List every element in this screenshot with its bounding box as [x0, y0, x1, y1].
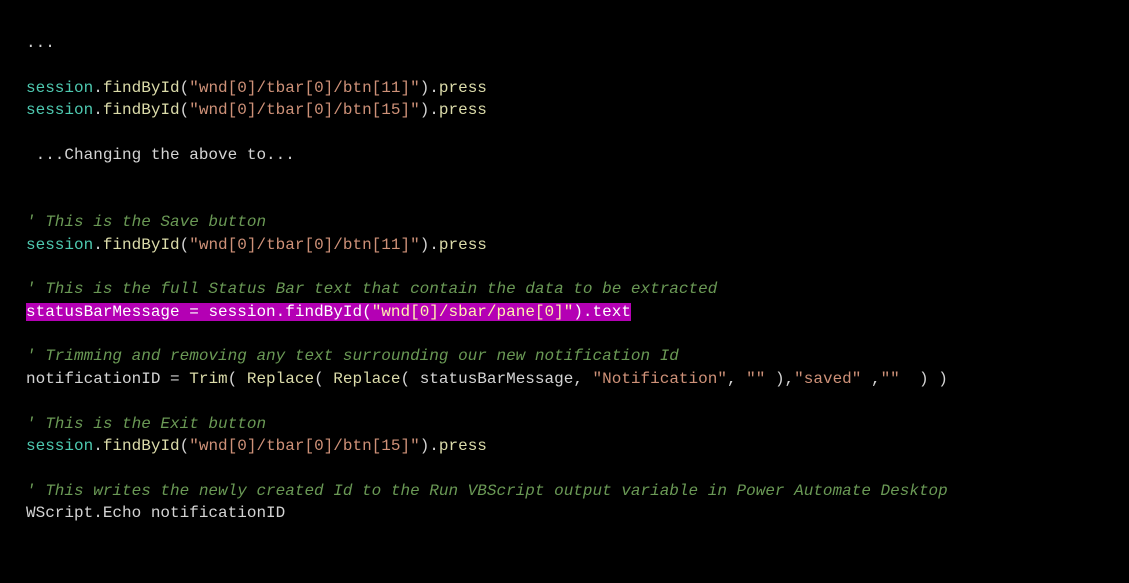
- code-line: ...Changing the above to...: [26, 144, 1103, 166]
- token-comment: ' This is the Save button: [26, 213, 266, 231]
- token-punc: ).: [420, 236, 439, 254]
- blank-line: [26, 390, 1103, 412]
- code-line: ' This is the full Status Bar text that …: [26, 278, 1103, 300]
- token-method: findById: [103, 79, 180, 97]
- token-method: press: [439, 236, 487, 254]
- token-object: session: [208, 303, 275, 321]
- code-line: ' This writes the newly created Id to th…: [26, 480, 1103, 502]
- code-line: notificationID = Trim( Replace( Replace(…: [26, 368, 1103, 390]
- token-method: press: [439, 437, 487, 455]
- token-punc: ).: [420, 437, 439, 455]
- token-property: text: [593, 303, 631, 321]
- blank-line: [26, 457, 1103, 479]
- code-line: session.findById("wnd[0]/tbar[0]/btn[11]…: [26, 77, 1103, 99]
- blank-line: [26, 256, 1103, 278]
- token-string: "wnd[0]/tbar[0]/btn[11]": [189, 236, 419, 254]
- ellipsis: ...: [26, 34, 55, 52]
- token-punc: (: [362, 303, 372, 321]
- code-editor[interactable]: ... session.findById("wnd[0]/tbar[0]/btn…: [26, 32, 1103, 525]
- blank-line: [26, 323, 1103, 345]
- token-punc: ).: [420, 79, 439, 97]
- token-punc: (: [228, 370, 247, 388]
- token-string: "wnd[0]/tbar[0]/btn[11]": [189, 79, 419, 97]
- code-line: session.findById("wnd[0]/tbar[0]/btn[15]…: [26, 435, 1103, 457]
- token-punc: (: [180, 101, 190, 119]
- code-line: ' This is the Exit button: [26, 413, 1103, 435]
- code-line-highlighted: statusBarMessage = session.findById("wnd…: [26, 301, 1103, 323]
- token-identifier: notificationID =: [26, 370, 189, 388]
- token-punc: ) ): [900, 370, 948, 388]
- code-line: WScript.Echo notificationID: [26, 502, 1103, 524]
- token-punc: ).: [420, 101, 439, 119]
- token-string: "saved": [794, 370, 861, 388]
- token-string: "": [881, 370, 900, 388]
- token-string: "Notification": [593, 370, 727, 388]
- code-line: ' Trimming and removing any text surroun…: [26, 345, 1103, 367]
- token-func: Trim: [189, 370, 227, 388]
- token-method: findById: [103, 101, 180, 119]
- code-line: ...: [26, 32, 1103, 54]
- blank-line: [26, 166, 1103, 188]
- code-line: session.findById("wnd[0]/tbar[0]/btn[15]…: [26, 99, 1103, 121]
- token-punc: .: [93, 236, 103, 254]
- token-func: Replace: [333, 370, 400, 388]
- selection-highlight: statusBarMessage = session.findById("wnd…: [26, 303, 631, 321]
- token-comment: ' This writes the newly created Id to th…: [26, 482, 948, 500]
- token-method: press: [439, 79, 487, 97]
- token-method: press: [439, 101, 487, 119]
- token-string: "wnd[0]/tbar[0]/btn[15]": [189, 437, 419, 455]
- token-identifier: statusBarMessage =: [26, 303, 208, 321]
- token-comment: ' This is the Exit button: [26, 415, 266, 433]
- code-line: ' This is the Save button: [26, 211, 1103, 233]
- token-string: "wnd[0]/sbar/pane[0]": [372, 303, 574, 321]
- text-note: ...Changing the above to...: [26, 146, 295, 164]
- blank-line: [26, 122, 1103, 144]
- token-method: findById: [103, 437, 180, 455]
- token-punc: (: [314, 370, 333, 388]
- token-punc: (: [180, 437, 190, 455]
- token-punc: .: [93, 79, 103, 97]
- token-object: session: [26, 437, 93, 455]
- token-statement: WScript.Echo notificationID: [26, 504, 285, 522]
- token-punc: .: [276, 303, 286, 321]
- token-object: session: [26, 236, 93, 254]
- token-comment: ' This is the full Status Bar text that …: [26, 280, 717, 298]
- token-punc: .: [93, 101, 103, 119]
- token-func: Replace: [247, 370, 314, 388]
- token-punc: (: [180, 79, 190, 97]
- token-punc: ,: [861, 370, 880, 388]
- token-object: session: [26, 79, 93, 97]
- token-object: session: [26, 101, 93, 119]
- code-line: session.findById("wnd[0]/tbar[0]/btn[11]…: [26, 234, 1103, 256]
- token-punc: .: [93, 437, 103, 455]
- token-method: findById: [103, 236, 180, 254]
- token-string: "": [746, 370, 765, 388]
- blank-line: [26, 54, 1103, 76]
- token-punc: (: [180, 236, 190, 254]
- token-args: ( statusBarMessage,: [400, 370, 592, 388]
- blank-line: [26, 189, 1103, 211]
- token-punc: ,: [727, 370, 746, 388]
- token-method: findById: [285, 303, 362, 321]
- token-punc: ),: [765, 370, 794, 388]
- token-punc: ).: [573, 303, 592, 321]
- token-string: "wnd[0]/tbar[0]/btn[15]": [189, 101, 419, 119]
- token-comment: ' Trimming and removing any text surroun…: [26, 347, 679, 365]
